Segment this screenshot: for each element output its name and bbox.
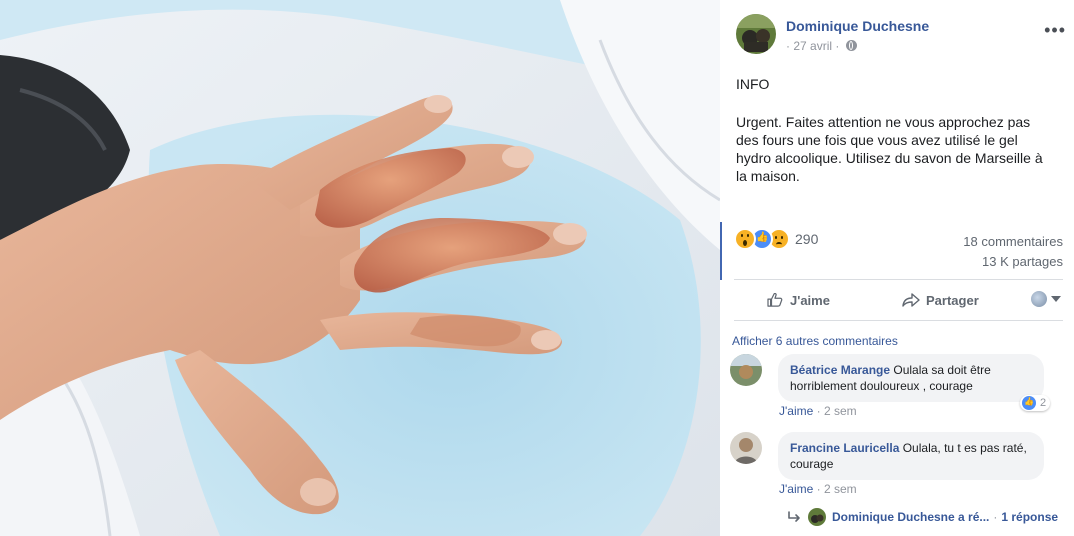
audience-selector[interactable]	[1031, 291, 1061, 307]
thumbs-up-icon	[767, 293, 783, 307]
divider	[734, 320, 1063, 321]
post-header: Dominique Duchesne · 27 avril · •••	[736, 14, 1066, 58]
reply-author-avatar	[808, 508, 826, 526]
reply-count: 1 réponse	[1001, 510, 1059, 524]
post-date-separator: ·	[786, 39, 790, 53]
post-stats: 18 commentaires 13 K partages	[963, 232, 1063, 272]
comment-bubble: Béatrice Marange Oulala sa doit être hor…	[778, 354, 1044, 402]
commenter-avatar[interactable]	[730, 432, 762, 464]
post-author-name[interactable]: Dominique Duchesne	[786, 18, 929, 34]
comment-meta-separator: ·	[816, 404, 824, 418]
post-text-heading: INFO	[736, 76, 770, 92]
view-replies-link[interactable]: Dominique Duchesne a ré... · 1 réponse	[788, 508, 1058, 526]
like-reaction-icon	[1022, 396, 1036, 410]
reply-arrow-icon	[788, 511, 800, 522]
comment-meta-separator: ·	[816, 482, 824, 496]
comment-bubble: Francine Lauricella Oulala, tu t es pas …	[778, 432, 1044, 480]
comment-like-link[interactable]: J'aime	[779, 482, 813, 496]
share-arrow-icon	[902, 293, 920, 307]
like-button[interactable]: J'aime	[766, 285, 830, 315]
comment-reaction-count: 2	[1040, 397, 1047, 409]
comment-meta: J'aime · 2 sem	[779, 482, 857, 496]
commenter-name[interactable]: Francine Lauricella	[790, 441, 899, 455]
post-text-body: Urgent. Faites attention ne vous approch…	[736, 114, 1043, 184]
like-button-label: J'aime	[790, 292, 830, 308]
shares-count[interactable]: 13 K partages	[963, 252, 1063, 272]
post-photo[interactable]	[0, 0, 720, 536]
wow-reaction-icon	[734, 228, 756, 250]
audience-avatar	[1031, 291, 1047, 307]
comment-time[interactable]: 2 sem	[824, 482, 857, 496]
share-button[interactable]: Partager	[902, 285, 979, 315]
comment-reaction-badge[interactable]: 2	[1020, 395, 1051, 411]
more-options-icon[interactable]: •••	[1044, 20, 1066, 41]
comments-section: Afficher 6 autres commentaires Béatrice …	[720, 322, 1074, 536]
globe-icon[interactable]	[845, 40, 857, 51]
reactions-summary[interactable]: 290	[734, 228, 818, 250]
burned-hand-photo	[0, 0, 720, 536]
reply-separator: ·	[993, 510, 998, 524]
commenter-name[interactable]: Béatrice Marange	[790, 363, 890, 377]
commenter-avatar[interactable]	[730, 354, 762, 386]
show-more-comments-link[interactable]: Afficher 6 autres commentaires	[732, 334, 898, 348]
comment-item: Béatrice Marange Oulala sa doit être hor…	[730, 354, 1070, 418]
comment-item: Francine Lauricella Oulala, tu t es pas …	[730, 432, 1070, 496]
comment-meta: J'aime · 2 sem	[779, 404, 857, 418]
post-text: INFO Urgent. Faites attention ne vous ap…	[736, 75, 1056, 205]
post-date-separator: ·	[835, 39, 840, 53]
post-date[interactable]: 27 avril	[793, 39, 832, 53]
divider	[734, 279, 1063, 280]
focus-accent-bar	[720, 222, 722, 280]
comments-count[interactable]: 18 commentaires	[963, 232, 1063, 252]
comment-like-link[interactable]: J'aime	[779, 404, 813, 418]
share-button-label: Partager	[926, 292, 979, 308]
reply-author-name: Dominique Duchesne a ré...	[832, 510, 990, 524]
author-avatar[interactable]	[736, 14, 776, 54]
comment-time[interactable]: 2 sem	[824, 404, 857, 418]
chevron-down-icon	[1051, 296, 1061, 302]
post-meta: · 27 avril ·	[786, 39, 857, 53]
post-actions: J'aime Partager	[734, 285, 1063, 315]
post-panel: Dominique Duchesne · 27 avril · ••• INFO…	[720, 0, 1074, 536]
reactions-count[interactable]: 290	[795, 231, 818, 247]
